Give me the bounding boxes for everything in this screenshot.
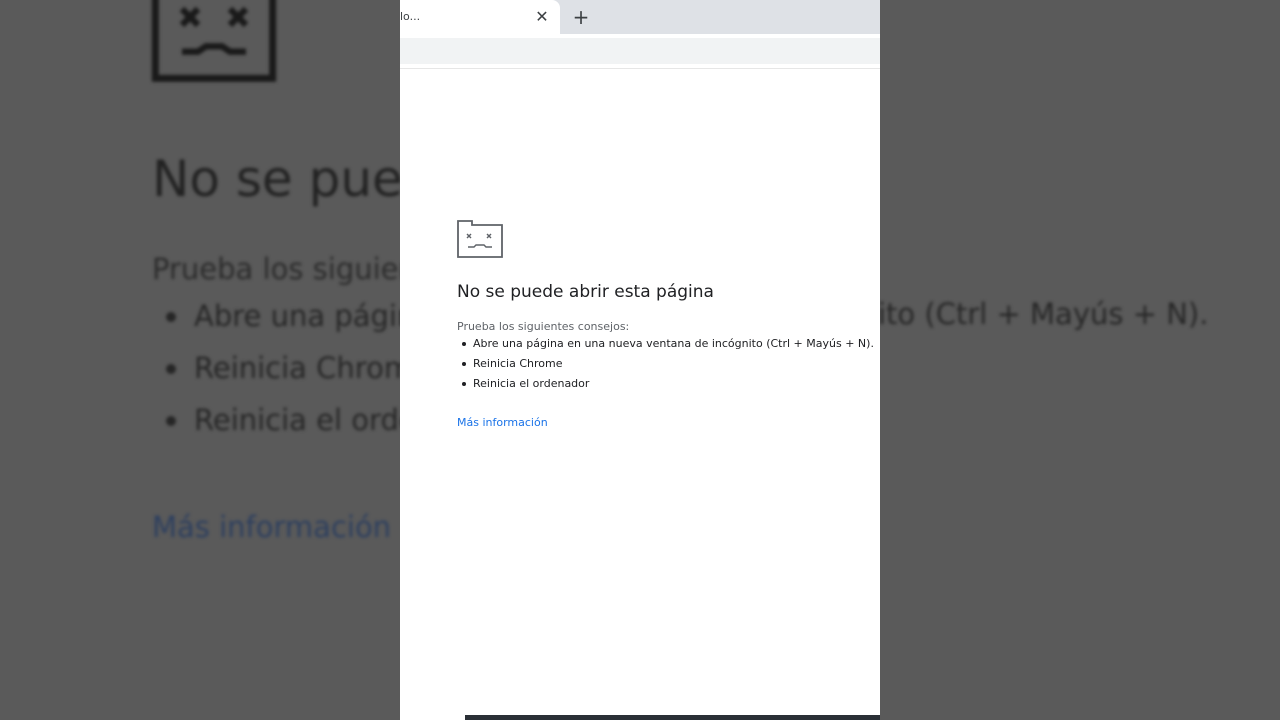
blurred-suggestion: Reinicia el orde <box>152 394 417 446</box>
blurred-suggestion: Abre una págin <box>152 290 417 342</box>
blurred-suggestion: Reinicia Chrom <box>152 342 417 394</box>
list-item: Reinicia Chrome <box>457 354 874 374</box>
blurred-title: No se pued <box>152 150 435 208</box>
address-bar[interactable] <box>400 38 880 64</box>
blurred-intro: Prueba los siguien <box>152 252 417 286</box>
suggestion-list: Abre una página en una nueva ventana de … <box>457 334 874 394</box>
list-item: Abre una página en una nueva ventana de … <box>457 334 874 354</box>
more-info-link[interactable]: Más información <box>457 416 548 429</box>
suggestions-intro: Prueba los siguientes consejos: <box>457 320 630 333</box>
browser-window: lo... ✕ + No se puede abrir esta página … <box>400 0 880 720</box>
blurred-suggestion-list: Abre una págin Reinicia Chrom Reinicia e… <box>152 290 417 446</box>
list-item: Reinicia el ordenador <box>457 374 874 394</box>
bottom-strip <box>465 715 880 720</box>
sad-tab-icon-blurred <box>151 0 277 82</box>
tab-strip: lo... ✕ + <box>400 0 880 34</box>
blurred-tail-text: ito (Ctrl + Mayús + N). <box>878 297 1209 331</box>
blurred-more-info-link: Más información <box>152 510 392 544</box>
toolbar <box>400 34 880 69</box>
tab-title: lo... <box>400 10 421 23</box>
close-icon[interactable]: ✕ <box>534 9 550 25</box>
new-tab-button[interactable]: + <box>570 6 592 28</box>
tab-active[interactable]: lo... ✕ <box>400 0 560 34</box>
page-title: No se puede abrir esta página <box>457 282 714 302</box>
sad-tab-icon <box>457 220 503 258</box>
error-page: No se puede abrir esta página Prueba los… <box>400 69 880 720</box>
